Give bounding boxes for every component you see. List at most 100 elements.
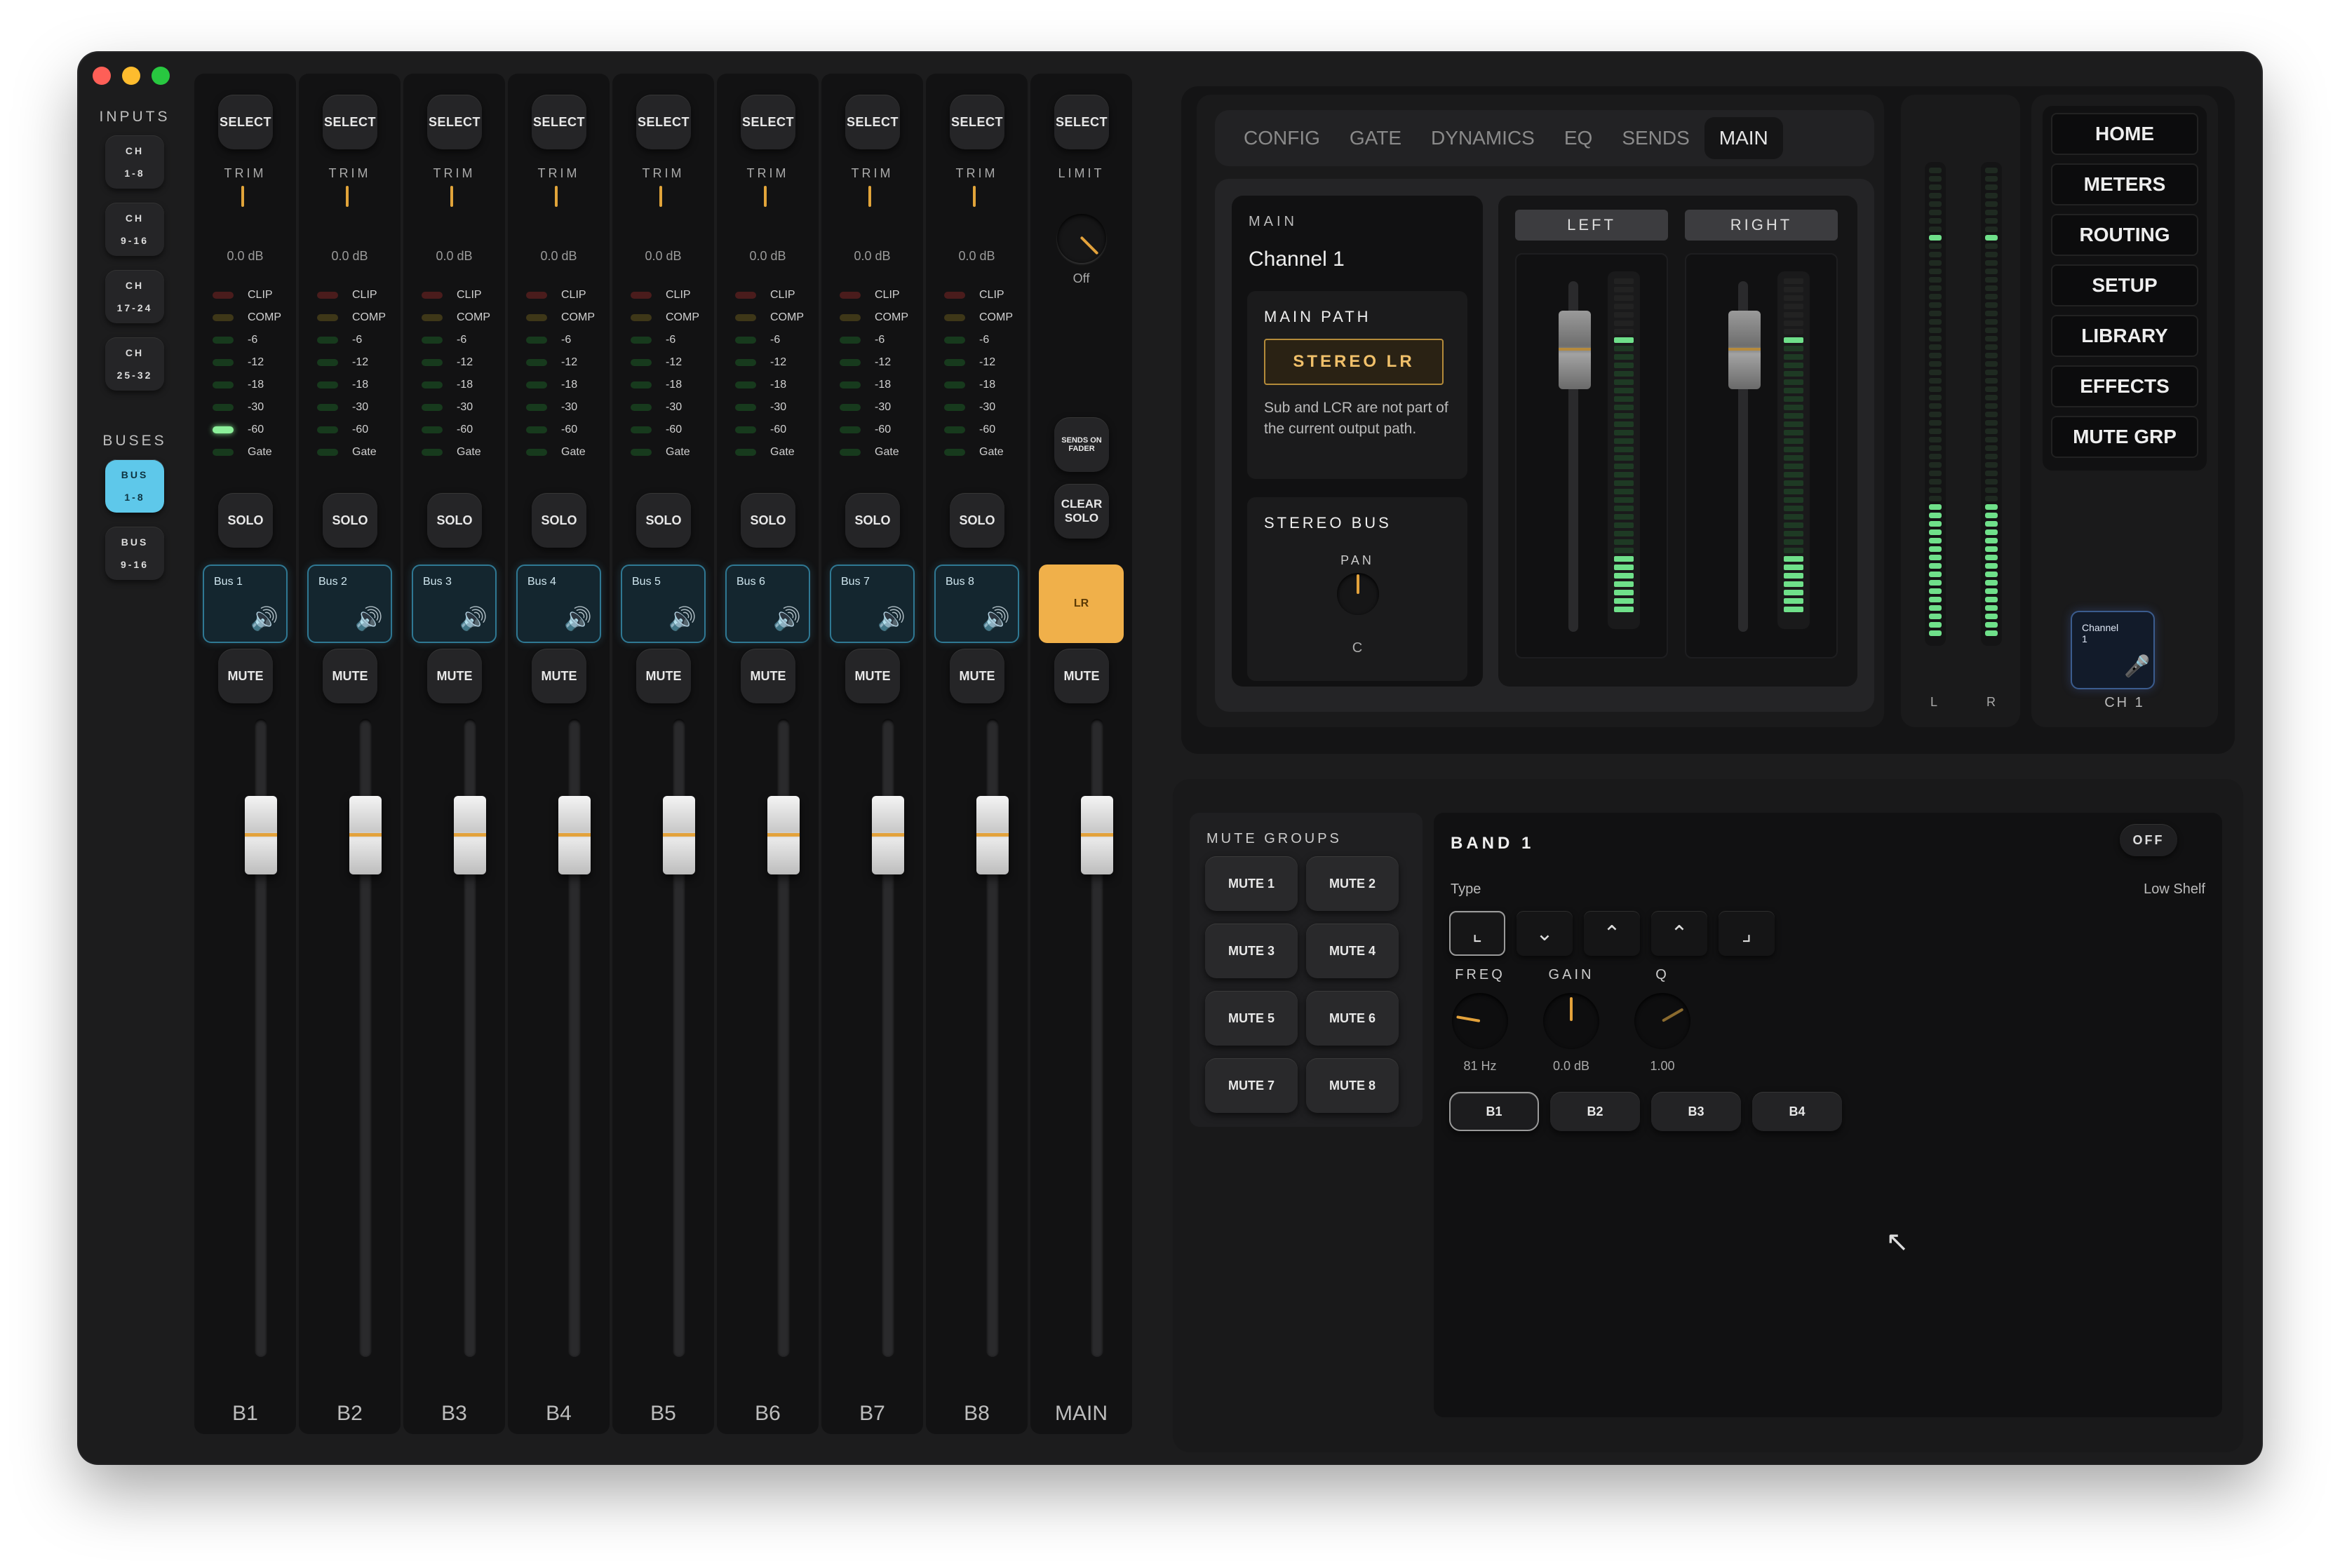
band-b4-button[interactable]: B4: [1752, 1092, 1842, 1131]
trim-knob[interactable]: [868, 186, 871, 207]
fader-cap[interactable]: [767, 796, 800, 874]
mute-button[interactable]: MUTE: [532, 649, 586, 703]
main-fader-cap[interactable]: [1081, 796, 1113, 874]
nav-library[interactable]: LIBRARY: [2051, 315, 2198, 357]
mute-group-5-button[interactable]: MUTE 5: [1205, 991, 1298, 1046]
nav-bus-1-8[interactable]: BUS 1-8: [105, 459, 164, 513]
nav-ch-17-24[interactable]: CH 17-24: [105, 270, 164, 323]
bus-assign-tile[interactable]: Bus 3 🔊: [412, 565, 497, 643]
minimize-button[interactable]: [122, 67, 140, 85]
bus-assign-tile[interactable]: Bus 6 🔊: [725, 565, 810, 643]
mute-button[interactable]: MUTE: [427, 649, 482, 703]
close-button[interactable]: [93, 67, 111, 85]
pan-knob[interactable]: [1337, 573, 1379, 615]
nav-mute-grp[interactable]: MUTE GRP: [2051, 416, 2198, 458]
tab-dynamics[interactable]: DYNAMICS: [1416, 117, 1549, 159]
bus-assign-tile[interactable]: Bus 5 🔊: [621, 565, 706, 643]
tab-config[interactable]: CONFIG: [1229, 117, 1335, 159]
mute-button[interactable]: MUTE: [636, 649, 691, 703]
gain-knob[interactable]: [1543, 993, 1599, 1049]
bus-assign-tile[interactable]: Bus 7 🔊: [830, 565, 915, 643]
nav-ch-9-16[interactable]: CH 9-16: [105, 203, 164, 256]
nav-effects[interactable]: EFFECTS: [2051, 365, 2198, 407]
tab-gate[interactable]: GATE: [1335, 117, 1416, 159]
main-select-button[interactable]: SELECT: [1054, 95, 1109, 149]
nav-meters[interactable]: METERS: [2051, 163, 2198, 205]
band-b3-button[interactable]: B3: [1651, 1092, 1741, 1131]
main-mute-button[interactable]: MUTE: [1054, 649, 1109, 703]
freq-knob[interactable]: [1452, 993, 1508, 1049]
lr-assign-tile[interactable]: LR: [1039, 565, 1124, 643]
trim-knob[interactable]: [346, 186, 349, 207]
select-button[interactable]: SELECT: [950, 95, 1004, 149]
fader-cap[interactable]: [558, 796, 591, 874]
q-knob[interactable]: [1634, 993, 1690, 1049]
tab-sends[interactable]: SENDS: [1607, 117, 1704, 159]
bell-button[interactable]: ⌃: [1584, 911, 1640, 956]
fader-cap[interactable]: [245, 796, 277, 874]
mute-group-8-button[interactable]: MUTE 8: [1306, 1058, 1399, 1113]
selected-channel-tile[interactable]: Channel 1 🎤: [2071, 611, 2155, 689]
mute-button[interactable]: MUTE: [741, 649, 795, 703]
fader-cap[interactable]: [872, 796, 904, 874]
solo-button[interactable]: SOLO: [741, 493, 795, 548]
trim-knob[interactable]: [450, 186, 453, 207]
solo-button[interactable]: SOLO: [427, 493, 482, 548]
solo-button[interactable]: SOLO: [218, 493, 273, 548]
solo-button[interactable]: SOLO: [845, 493, 900, 548]
fader-cap[interactable]: [349, 796, 382, 874]
select-button[interactable]: SELECT: [741, 95, 795, 149]
mute-group-7-button[interactable]: MUTE 7: [1205, 1058, 1298, 1113]
trim-knob[interactable]: [241, 186, 244, 207]
mute-group-6-button[interactable]: MUTE 6: [1306, 991, 1399, 1046]
trim-knob[interactable]: [973, 186, 976, 207]
bell-cut-button[interactable]: ⌄: [1517, 911, 1573, 956]
mute-group-3-button[interactable]: MUTE 3: [1205, 924, 1298, 978]
select-button[interactable]: SELECT: [532, 95, 586, 149]
select-button[interactable]: SELECT: [323, 95, 377, 149]
nav-bus-9-16[interactable]: BUS 9-16: [105, 527, 164, 580]
bus-assign-tile[interactable]: Bus 4 🔊: [516, 565, 601, 643]
zoom-button[interactable]: [152, 67, 170, 85]
sends-on-fader-button[interactable]: SENDS ON FADER: [1054, 417, 1109, 472]
fader-cap[interactable]: [976, 796, 1009, 874]
nav-ch-1-8[interactable]: CH 1-8: [105, 135, 164, 189]
mute-group-2-button[interactable]: MUTE 2: [1306, 856, 1399, 911]
solo-button[interactable]: SOLO: [323, 493, 377, 548]
trim-knob[interactable]: [764, 186, 767, 207]
nav-home[interactable]: HOME: [2051, 113, 2198, 155]
trim-knob[interactable]: [555, 186, 558, 207]
high-shelf-button[interactable]: ⌟: [1719, 911, 1775, 956]
low-shelf-button[interactable]: ⌞: [1449, 911, 1505, 956]
select-button[interactable]: SELECT: [636, 95, 691, 149]
bus-assign-tile[interactable]: Bus 8 🔊: [934, 565, 1019, 643]
left-fader-cap[interactable]: [1559, 311, 1591, 389]
select-button[interactable]: SELECT: [218, 95, 273, 149]
select-button[interactable]: SELECT: [845, 95, 900, 149]
solo-button[interactable]: SOLO: [636, 493, 691, 548]
mute-group-4-button[interactable]: MUTE 4: [1306, 924, 1399, 978]
limit-knob[interactable]: [1057, 214, 1106, 263]
band-b1-button[interactable]: B1: [1449, 1092, 1539, 1131]
mute-button[interactable]: MUTE: [218, 649, 273, 703]
notch-button[interactable]: ⌃: [1651, 911, 1707, 956]
solo-button[interactable]: SOLO: [950, 493, 1004, 548]
fader-cap[interactable]: [454, 796, 486, 874]
mute-button[interactable]: MUTE: [323, 649, 377, 703]
mute-group-1-button[interactable]: MUTE 1: [1205, 856, 1298, 911]
mute-button[interactable]: MUTE: [950, 649, 1004, 703]
tab-main[interactable]: MAIN: [1704, 117, 1783, 159]
band-off-button[interactable]: OFF: [2120, 824, 2177, 856]
nav-routing[interactable]: ROUTING: [2051, 214, 2198, 256]
clear-solo-button[interactable]: CLEAR SOLO: [1054, 484, 1109, 539]
mute-button[interactable]: MUTE: [845, 649, 900, 703]
stereo-lr-button[interactable]: STEREO LR: [1264, 339, 1444, 385]
bus-assign-tile[interactable]: Bus 2 🔊: [307, 565, 392, 643]
fader-cap[interactable]: [663, 796, 695, 874]
tab-eq[interactable]: EQ: [1549, 117, 1607, 159]
select-button[interactable]: SELECT: [427, 95, 482, 149]
solo-button[interactable]: SOLO: [532, 493, 586, 548]
bus-assign-tile[interactable]: Bus 1 🔊: [203, 565, 288, 643]
right-fader-cap[interactable]: [1728, 311, 1761, 389]
band-b2-button[interactable]: B2: [1550, 1092, 1640, 1131]
